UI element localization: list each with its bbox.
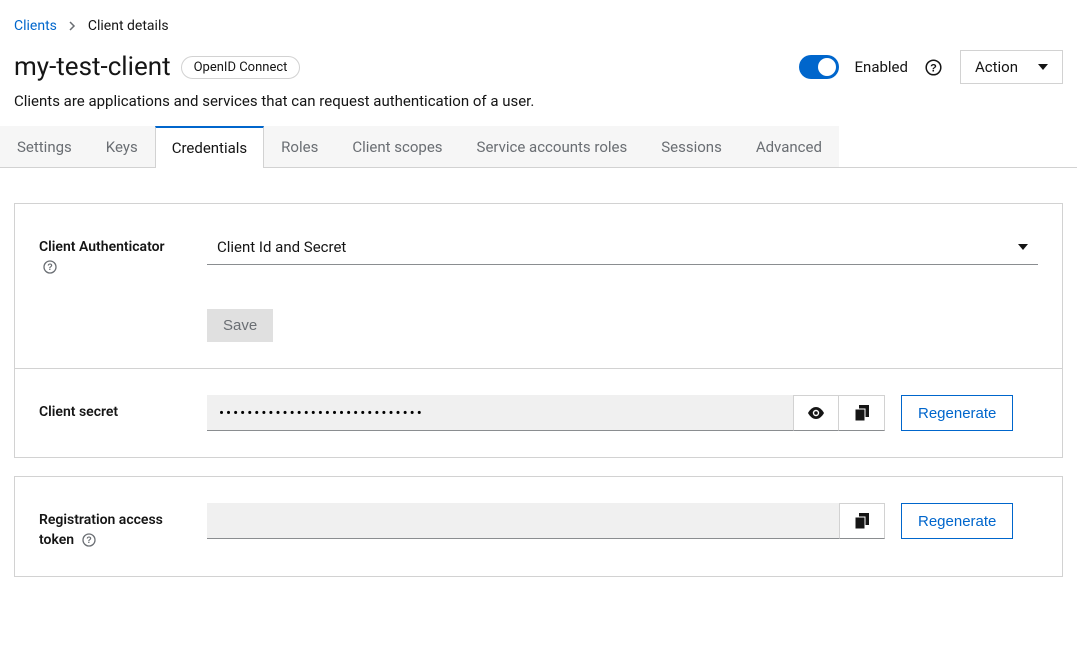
enabled-toggle[interactable] [799,55,839,79]
caret-down-icon [1038,64,1048,70]
client-secret-controls: Regenerate [207,395,1038,431]
svg-text:?: ? [47,262,53,272]
registration-token-input-group [207,503,885,539]
action-dropdown-label: Action [975,58,1018,76]
client-secret-section: Client secret Regenerate [15,368,1062,457]
client-authenticator-controls: Client Id and Secret Save [207,230,1038,342]
credentials-card: Client Authenticator ? Client Id and Sec… [14,203,1063,458]
page-title: my-test-client [14,52,171,82]
tab-keys[interactable]: Keys [89,126,155,167]
client-secret-label: Client secret [39,395,179,423]
tabs: Settings Keys Credentials Roles Client s… [0,126,1077,168]
chevron-right-icon [69,21,76,31]
page-description: Clients are applications and services th… [0,88,1077,126]
protocol-chip: OpenID Connect [181,56,301,79]
copy-token-button[interactable] [839,503,885,539]
client-secret-input-group [207,395,885,431]
tab-roles[interactable]: Roles [264,126,335,167]
help-icon[interactable]: ? [82,533,96,547]
page-header: my-test-client OpenID Connect Enabled ? … [0,44,1077,88]
copy-icon [855,513,869,529]
reveal-secret-button[interactable] [793,395,839,431]
svg-text:?: ? [931,62,938,74]
tab-credentials[interactable]: Credentials [155,126,264,168]
action-dropdown[interactable]: Action [960,50,1063,84]
client-authenticator-label: Client Authenticator ? [39,230,179,277]
client-authenticator-select[interactable]: Client Id and Secret [207,230,1038,265]
copy-secret-button[interactable] [839,395,885,431]
registration-token-controls: Regenerate [207,503,1038,539]
registration-token-input[interactable] [207,503,839,539]
svg-text:?: ? [86,535,92,545]
client-secret-row: Regenerate [207,395,1038,431]
registration-token-card: Registration access token ? Regenerate [14,476,1063,577]
tab-settings[interactable]: Settings [0,126,89,167]
enabled-label: Enabled [855,58,908,76]
registration-token-section: Registration access token ? Regenerate [15,477,1062,576]
breadcrumb-link-clients[interactable]: Clients [14,18,57,34]
breadcrumb: Clients Client details [0,0,1077,44]
help-icon[interactable]: ? [43,260,57,274]
eye-icon [807,407,825,419]
header-left: my-test-client OpenID Connect [14,52,300,82]
tab-service-accounts-roles[interactable]: Service accounts roles [460,126,645,167]
breadcrumb-current: Client details [88,18,169,34]
help-icon[interactable]: ? [924,57,944,77]
header-right: Enabled ? Action [799,50,1063,84]
client-secret-input[interactable] [207,395,793,431]
client-authenticator-section: Client Authenticator ? Client Id and Sec… [15,204,1062,368]
caret-down-icon [1018,244,1028,250]
client-authenticator-value: Client Id and Secret [217,238,346,256]
regenerate-token-button[interactable]: Regenerate [901,503,1013,539]
registration-token-row: Regenerate [207,503,1038,539]
tab-sessions[interactable]: Sessions [644,126,739,167]
copy-icon [855,405,869,421]
regenerate-secret-button[interactable]: Regenerate [901,395,1013,431]
toggle-knob [818,58,836,76]
save-button[interactable]: Save [207,309,273,342]
tab-advanced[interactable]: Advanced [739,126,839,167]
tab-client-scopes[interactable]: Client scopes [335,126,459,167]
registration-token-label: Registration access token ? [39,503,179,550]
